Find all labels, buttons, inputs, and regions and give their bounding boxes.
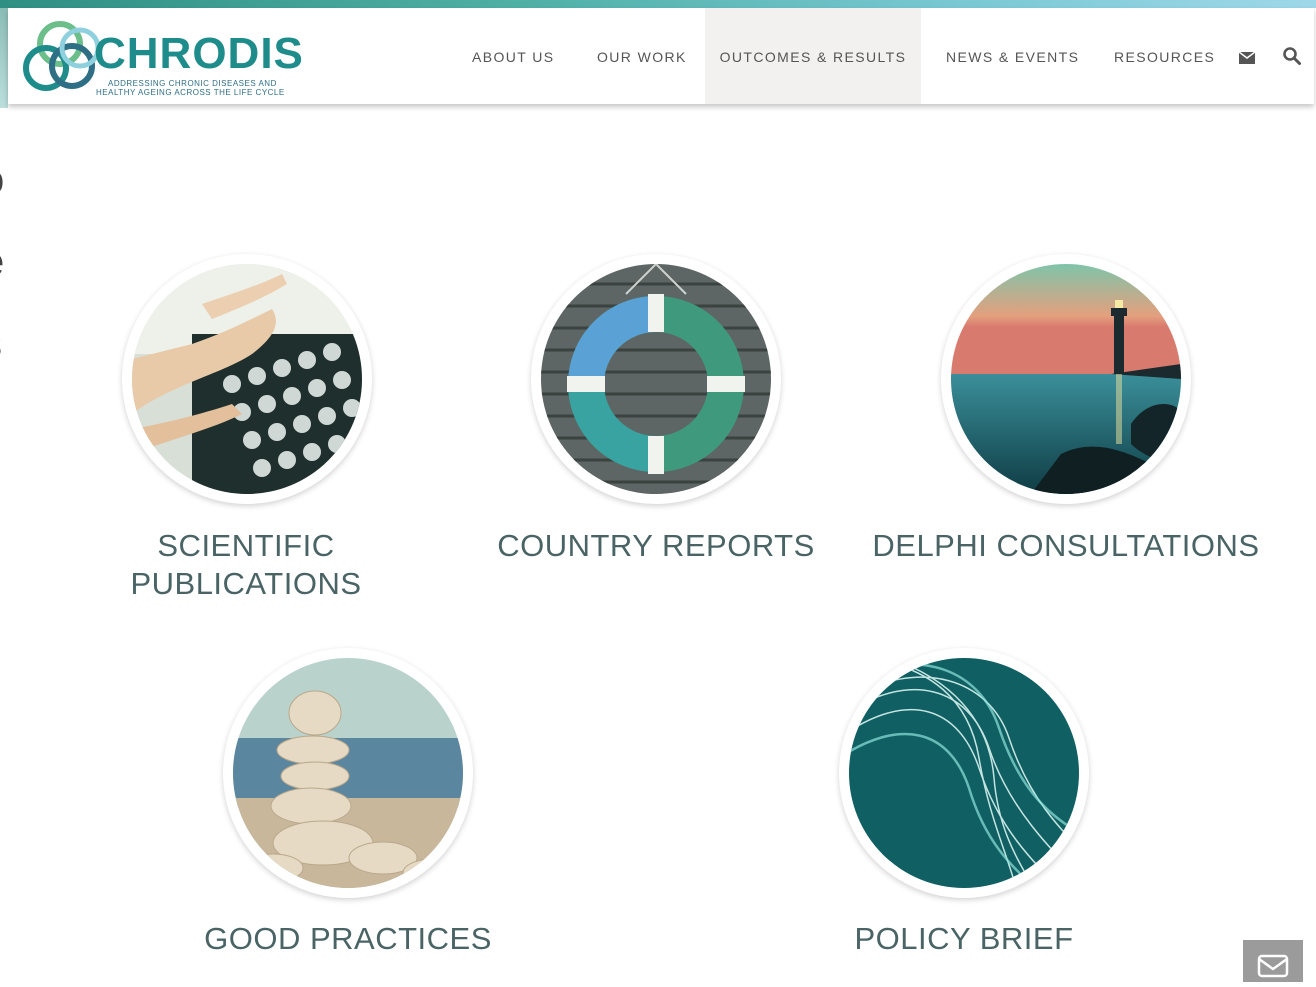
typewriter-image bbox=[132, 264, 362, 494]
background-edge bbox=[0, 8, 8, 108]
lighthouse-image bbox=[951, 264, 1181, 494]
tile-image-frame bbox=[223, 648, 473, 898]
tile-label: DELPHI CONSULTATIONS bbox=[872, 528, 1260, 563]
nav-outcomes-results[interactable]: OUTCOMES & RESULTS bbox=[705, 8, 921, 104]
tile-image-frame bbox=[531, 254, 781, 504]
tile-label-line2: PUBLICATIONS bbox=[130, 566, 362, 601]
tile-label-line1: SCIENTIFIC bbox=[157, 528, 335, 563]
fragment-4: t bbox=[0, 396, 12, 478]
fragment-1: o bbox=[0, 150, 12, 232]
tile-image-frame bbox=[839, 648, 1089, 898]
stacked-stones-image bbox=[233, 658, 463, 888]
cropped-text-fragment: o e s t bbox=[0, 150, 12, 478]
envelope-icon[interactable] bbox=[1238, 51, 1256, 69]
search-icon[interactable] bbox=[1283, 47, 1301, 70]
main-nav: ABOUT US OUR WORK OUTCOMES & RESULTS NEW… bbox=[8, 8, 1314, 104]
tile-label: GOOD PRACTICES bbox=[204, 921, 492, 956]
tile-image-frame bbox=[941, 254, 1191, 504]
tile-label: POLICY BRIEF bbox=[854, 921, 1074, 956]
light-trails-image bbox=[849, 658, 1079, 888]
site-header: CHRODIS ADDRESSING CHRONIC DISEASES AND … bbox=[8, 8, 1314, 104]
nav-news-events[interactable]: NEWS & EVENTS bbox=[946, 8, 1079, 104]
fragment-2: e bbox=[0, 232, 12, 314]
tile-label: COUNTRY REPORTS bbox=[497, 528, 815, 563]
envelope-icon bbox=[1257, 954, 1289, 978]
tile-image-frame bbox=[122, 254, 372, 504]
nav-resources[interactable]: RESOURCES bbox=[1114, 8, 1215, 104]
contact-button[interactable] bbox=[1243, 940, 1303, 982]
nav-about-us[interactable]: ABOUT US bbox=[472, 8, 555, 104]
fragment-3: s bbox=[0, 314, 12, 396]
lifebuoy-image bbox=[541, 264, 771, 494]
nav-our-work[interactable]: OUR WORK bbox=[597, 8, 687, 104]
top-gradient-stripe bbox=[0, 0, 1316, 8]
tile-label: SCIENTIFIC PUBLICATIONS bbox=[96, 527, 396, 603]
